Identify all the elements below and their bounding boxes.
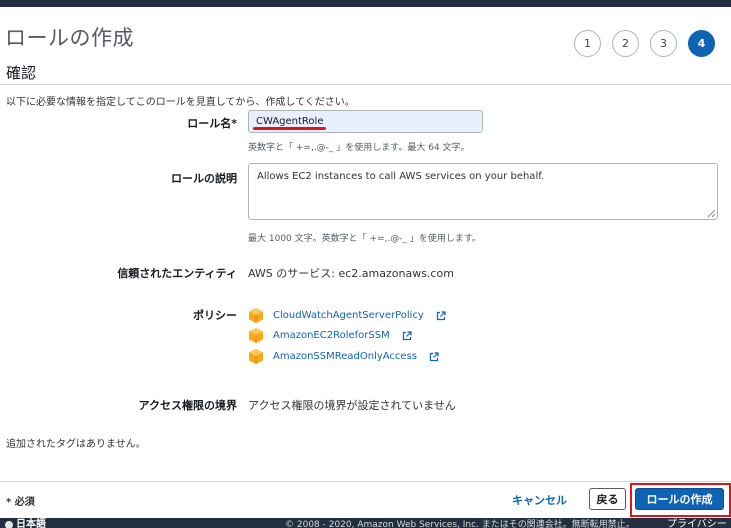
top-nav-bar (0, 0, 731, 7)
section-title: 確認 (6, 64, 37, 82)
permissions-boundary-label: アクセス権限の境界 (138, 399, 237, 412)
required-note: * 必須 (6, 497, 35, 508)
tags-note: 追加されたタグはありません。 (6, 439, 146, 450)
policy-item: CloudWatchAgentServerPolicy (248, 307, 446, 324)
external-link-icon[interactable] (429, 351, 439, 362)
role-description-hint: 最大 1000 文字。英数字と「 +=,.@-_ 」を使用します。 (248, 234, 482, 244)
step-3[interactable]: 3 (650, 30, 677, 57)
step-4-current: 4 (688, 30, 715, 57)
policy-item: AmazonSSMReadOnlyAccess (248, 348, 439, 365)
create-role-button[interactable]: ロールの作成 (635, 488, 724, 510)
policy-box-icon (249, 349, 263, 364)
policies-label: ポリシー (193, 309, 237, 322)
privacy-link[interactable]: プライバシー (667, 518, 727, 528)
role-description-textarea[interactable]: Allows EC2 instances to call AWS service… (248, 163, 718, 220)
highlight-underline (253, 127, 326, 130)
policy-link[interactable]: AmazonEC2RoleforSSM (273, 330, 390, 341)
role-description-label: ロールの説明 (171, 172, 237, 185)
resize-grip-icon[interactable] (707, 209, 716, 218)
policy-box-icon (249, 308, 263, 323)
back-button[interactable]: 戻る (589, 488, 626, 510)
language-selector[interactable]: 日本語 (16, 518, 46, 528)
footer-divider (0, 481, 731, 482)
external-link-icon[interactable] (436, 310, 446, 321)
role-name-hint: 英数字と「 +=,.@-_ 」を使用します。最大 64 文字。 (248, 143, 470, 153)
wizard-steps: 1 2 3 4 (574, 30, 715, 57)
permissions-boundary-value: アクセス権限の境界が設定されていません (248, 399, 456, 412)
external-link-icon[interactable] (402, 330, 412, 341)
policy-link[interactable]: AmazonSSMReadOnlyAccess (273, 351, 417, 362)
trusted-entity-label: 信頼されたエンティティ (117, 267, 237, 280)
step-1[interactable]: 1 (574, 30, 601, 57)
policy-link[interactable]: CloudWatchAgentServerPolicy (273, 310, 424, 321)
bottom-bar: 日本語 © 2008 - 2020, Amazon Web Services, … (0, 518, 731, 528)
cancel-button[interactable]: キャンセル (512, 492, 567, 508)
intro-text: 以下に必要な情報を指定してこのロールを見直してから、作成してください。 (6, 97, 355, 108)
policy-box-icon (249, 328, 263, 343)
page-title: ロールの作成 (5, 26, 134, 50)
trusted-entity-value: AWS のサービス: ec2.amazonaws.com (248, 267, 454, 280)
globe-icon[interactable] (5, 521, 13, 528)
role-name-label: ロール名* (187, 117, 237, 130)
step-2[interactable]: 2 (612, 30, 639, 57)
copyright-text: © 2008 - 2020, Amazon Web Services, Inc.… (285, 520, 635, 528)
section-divider (0, 84, 731, 85)
policy-item: AmazonEC2RoleforSSM (248, 327, 412, 344)
